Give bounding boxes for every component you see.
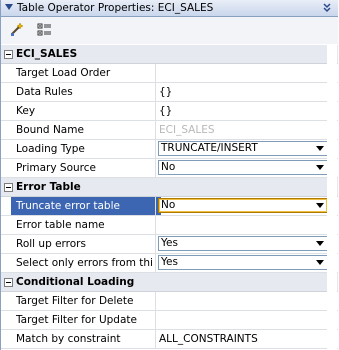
column-divider[interactable]: [155, 64, 156, 82]
property-row[interactable]: Data Rules {}: [1, 83, 338, 102]
column-divider[interactable]: [155, 330, 156, 348]
column-divider[interactable]: [155, 292, 156, 310]
property-row[interactable]: Roll up errors Yes: [1, 235, 338, 254]
panel-titlebar: Table Operator Properties: ECI_SALES: [1, 0, 338, 17]
row-gutter: [1, 140, 11, 158]
column-divider[interactable]: [155, 197, 156, 215]
dropdown-value: Yes: [161, 237, 178, 249]
category-row[interactable]: Conditional Loading: [1, 273, 338, 292]
property-value[interactable]: [159, 311, 329, 329]
column-divider[interactable]: [155, 102, 156, 120]
column-divider[interactable]: [155, 254, 156, 272]
property-value[interactable]: ALL_CONSTRAINTS: [159, 330, 329, 348]
row-gutter: [1, 235, 11, 253]
row-gutter: [1, 216, 11, 234]
property-name: Select only errors from thi...: [16, 257, 152, 269]
column-divider[interactable]: [155, 311, 156, 329]
property-row[interactable]: Target Load Order: [1, 64, 338, 83]
property-name: Bound Name: [16, 124, 84, 136]
property-grid: ECI_SALES Target Load Order Data Rules{} Ke…: [1, 45, 338, 349]
property-row[interactable]: Match by constraint ALL_CONSTRAINTS: [1, 330, 338, 349]
right-edge-strip: [327, 45, 337, 350]
property-row[interactable]: Select only errors from thi... Yes: [1, 254, 338, 273]
row-gutter: [1, 121, 11, 139]
panel-menu-chevron-icon[interactable]: [322, 3, 332, 13]
collapse-minus-icon[interactable]: [4, 278, 13, 287]
row-gutter: [1, 330, 11, 348]
property-name: Key: [16, 105, 36, 117]
property-dropdown[interactable]: No: [158, 160, 328, 175]
dropdown-arrow-icon[interactable]: [316, 260, 324, 265]
column-divider[interactable]: [155, 216, 156, 234]
property-name: Primary Source: [16, 162, 96, 174]
property-name: Loading Type: [16, 143, 85, 155]
column-divider[interactable]: [155, 140, 156, 158]
collapse-minus-icon[interactable]: [4, 50, 13, 59]
property-value[interactable]: [159, 64, 329, 82]
category-row[interactable]: Error Table: [1, 178, 338, 197]
property-dropdown[interactable]: TRUNCATE/INSERT: [158, 141, 328, 156]
property-name: Match by constraint: [16, 333, 121, 345]
categorize-icon[interactable]: [37, 22, 53, 38]
property-value[interactable]: [159, 292, 329, 310]
dropdown-value: No: [161, 199, 176, 211]
row-gutter: [1, 311, 11, 329]
property-row[interactable]: Primary Source No: [1, 159, 338, 178]
dropdown-value: No: [161, 161, 176, 173]
dropdown-arrow-icon[interactable]: [316, 241, 324, 246]
category-label: Error Table: [16, 181, 81, 193]
property-name: Target Filter for Update: [16, 314, 137, 326]
dropdown-arrow-icon[interactable]: [316, 146, 324, 151]
property-row[interactable]: Bound Name ECI_SALES: [1, 121, 338, 140]
dropdown-arrow-icon[interactable]: [316, 165, 324, 170]
property-name: Target Filter for Delete: [16, 295, 134, 307]
panel-title: Table Operator Properties: ECI_SALES: [17, 2, 214, 14]
row-gutter: [1, 254, 11, 272]
column-divider[interactable]: [155, 83, 156, 101]
row-gutter: [1, 102, 11, 120]
property-value[interactable]: {}: [159, 83, 329, 101]
property-row[interactable]: Error table name: [1, 216, 338, 235]
row-gutter: [1, 83, 11, 101]
property-name: Truncate error table: [11, 197, 161, 215]
category-row[interactable]: ECI_SALES: [1, 45, 338, 64]
row-gutter: [1, 159, 11, 177]
property-name: Data Rules: [16, 86, 73, 98]
column-divider[interactable]: [155, 235, 156, 253]
property-name: Error table name: [16, 219, 105, 231]
collapse-minus-icon[interactable]: [4, 183, 13, 192]
dropdown-arrow-icon[interactable]: [316, 203, 324, 208]
category-label: ECI_SALES: [16, 48, 78, 60]
property-row[interactable]: Key {}: [1, 102, 338, 121]
property-dropdown[interactable]: Yes: [158, 255, 328, 270]
property-row[interactable]: Target Filter for Delete: [1, 292, 338, 311]
property-dropdown[interactable]: Yes: [158, 236, 328, 251]
column-divider[interactable]: [155, 159, 156, 177]
collapse-triangle-icon[interactable]: [5, 4, 13, 10]
property-row[interactable]: Loading Type TRUNCATE/INSERT: [1, 140, 338, 159]
panel-toolbar: [1, 17, 338, 44]
wand-icon[interactable]: [9, 22, 25, 38]
property-row[interactable]: Truncate error table No: [1, 197, 338, 216]
row-gutter: [1, 64, 11, 82]
property-value[interactable]: [159, 216, 329, 234]
dropdown-value: Yes: [161, 256, 178, 268]
property-dropdown[interactable]: No: [158, 198, 328, 213]
property-name: Roll up errors: [16, 238, 86, 250]
property-row[interactable]: Target Filter for Update: [1, 311, 338, 330]
dropdown-value: TRUNCATE/INSERT: [161, 142, 258, 154]
property-value: ECI_SALES: [159, 124, 215, 136]
category-label: Conditional Loading: [16, 276, 135, 288]
column-divider[interactable]: [155, 121, 156, 139]
row-gutter: [1, 197, 11, 215]
property-value[interactable]: {}: [159, 102, 329, 120]
properties-panel: Table Operator Properties: ECI_SALES ECI…: [0, 0, 338, 350]
property-name: Target Load Order: [16, 67, 111, 79]
row-gutter: [1, 292, 11, 310]
